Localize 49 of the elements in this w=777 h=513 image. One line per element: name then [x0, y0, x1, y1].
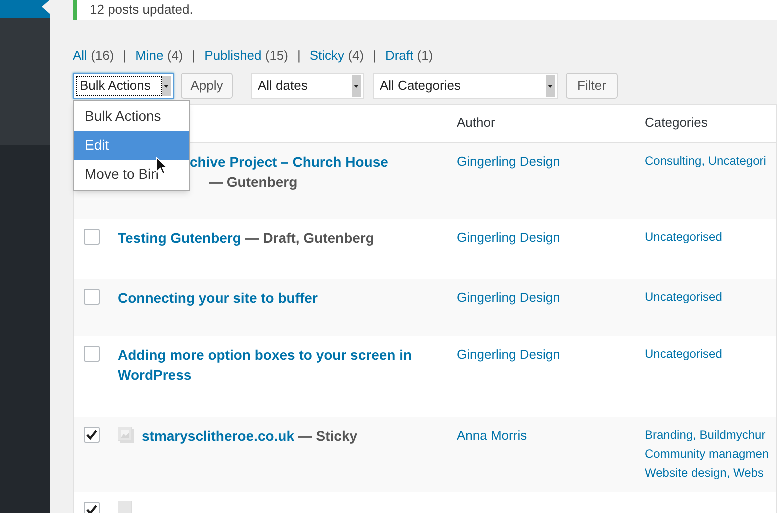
filter-link[interactable]: Draft (1) — [385, 46, 434, 66]
author-link[interactable]: Gingerling Design — [457, 228, 645, 247]
author-link[interactable]: Gingerling Design — [457, 344, 645, 364]
filter-button[interactable]: Filter — [566, 72, 618, 98]
checkbox[interactable] — [84, 426, 100, 442]
checkbox[interactable] — [84, 288, 100, 304]
checkbox[interactable] — [84, 228, 100, 244]
post-title-link[interactable]: Connecting your site to buffer — [118, 288, 318, 308]
date-filter-select[interactable]: All dates — [251, 72, 364, 98]
post-title-link[interactable]: Testing Gutenberg — [118, 230, 242, 246]
filter-link[interactable]: Published (15) — [204, 46, 288, 66]
post-state: — Draft, Gutenberg — [244, 230, 374, 246]
separator: | — [192, 46, 196, 65]
apply-button[interactable]: Apply — [181, 72, 233, 98]
image-placeholder-icon — [118, 500, 135, 513]
admin-menu-active-item[interactable] — [0, 0, 50, 18]
checkbox[interactable] — [84, 346, 100, 362]
post-state: — Sticky — [297, 428, 358, 444]
filter-link[interactable]: Sticky (4) — [310, 46, 364, 66]
column-header[interactable]: Author — [457, 113, 645, 133]
mouse-pointer-icon — [156, 157, 168, 176]
image-placeholder-icon — [118, 426, 135, 444]
author-link[interactable]: Anna Morris — [457, 426, 645, 445]
categories-text[interactable]: Community managmen — [645, 444, 770, 464]
categories-text[interactable]: Website design, Webs — [645, 464, 770, 482]
post-title-link[interactable]: stmarysclitheroe.co.uk — [142, 428, 295, 444]
bulk-actions-select[interactable]: Bulk Actions — [73, 72, 174, 98]
post-title-link[interactable]: chive Project – Church House — [190, 152, 447, 172]
category-filter-select[interactable]: All Categories — [373, 72, 558, 98]
separator: | — [123, 46, 127, 65]
filter-link[interactable]: Mine (4) — [136, 46, 184, 66]
categories-text[interactable]: Branding, Buildmychur — [645, 426, 770, 444]
post-title-link[interactable]: Adding more option boxes to your screen in WordPress — [118, 344, 447, 384]
checkbox[interactable] — [84, 502, 100, 513]
post-state: — Gutenberg — [209, 172, 299, 192]
dropdown-option[interactable]: Move to Bin — [74, 160, 189, 188]
author-link[interactable]: Gingerling Design — [457, 288, 645, 307]
author-link[interactable]: Gingerling Design — [457, 152, 645, 171]
separator: | — [373, 46, 376, 65]
dropdown-option[interactable]: Edit — [74, 130, 189, 160]
dropdown-option[interactable]: Bulk Actions — [74, 102, 189, 130]
column-header[interactable]: Categories — [645, 113, 708, 133]
categories-text[interactable]: Consulting, Uncategori — [645, 152, 766, 170]
categories-text[interactable]: Uncategorised — [645, 288, 722, 306]
categories-text[interactable]: Uncategorised — [645, 344, 722, 364]
notice: 12 posts updated. — [73, 0, 777, 20]
filter-link[interactable]: All (16) — [73, 46, 114, 66]
separator: | — [298, 46, 301, 65]
categories-text[interactable]: Uncategorised — [645, 228, 722, 246]
